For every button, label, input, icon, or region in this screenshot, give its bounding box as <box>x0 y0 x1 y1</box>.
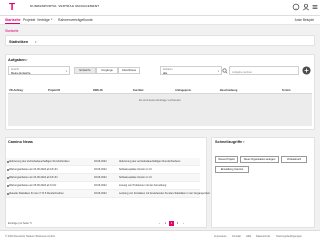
news-row-title: Wartungsarbeiten am 04.06.2024 ab 18 Uhr <box>9 176 58 180</box>
view-select[interactable]: Ansicht Meine Entwürfe ▾ <box>8 66 70 75</box>
news-row-summary: Softwareupdate Version 2.1.0 <box>119 168 152 172</box>
camino-settings-button[interactable]: Einstellung Camino <box>215 166 249 173</box>
news-row-date: 03.06.2024 <box>94 184 107 188</box>
prev-page-icon[interactable]: ‹ <box>157 221 162 226</box>
nav-vertraege[interactable]: Verträge <box>37 18 50 22</box>
add-task-button[interactable] <box>302 66 311 75</box>
nav-kunde[interactable]: Kunde <box>83 18 93 22</box>
col-anfragepreis[interactable]: Anfragepreis <box>175 89 191 92</box>
news-row-summary: Aktivierung des vertriebsdauerhaftigen R… <box>119 160 181 164</box>
quick-access-panel <box>211 137 315 228</box>
news-row[interactable]: Wartungsarbeiten am 04.06.2024 ab 18 Uhr… <box>6 174 200 182</box>
nav-startseite[interactable]: Startseite <box>5 18 21 24</box>
footer-copyright: © 2024 Deutsche Telekom Business GmbH <box>5 234 55 238</box>
period-select[interactable]: Zeitraum alle ▾ <box>160 66 222 75</box>
vorlesebuch-button[interactable]: Vorlesebuch <box>281 156 307 163</box>
col-projekt-id[interactable]: Projekt ID <box>48 89 60 92</box>
next-page-icon[interactable]: › <box>181 221 186 226</box>
col-dwh-id[interactable]: DWH-ID <box>93 89 103 92</box>
tab-entwuerfe[interactable]: Entwürfe <box>74 67 96 74</box>
news-row-summary: Lösung von Problemen mit der Anmeldung <box>119 184 167 188</box>
news-row-date: 03.06.2024 <box>94 176 107 180</box>
col-kurztitel[interactable]: Kurztitel <box>133 89 143 92</box>
news-row-date: 03.06.2024 <box>94 160 107 164</box>
new-project-button[interactable]: Neues Projekt <box>215 156 238 163</box>
news-row[interactable]: Aktuelle Statistiken für den 7/ 9/ 6 Run… <box>6 190 210 198</box>
news-row-date: 03.06.2024 <box>94 192 107 196</box>
tab-abschluesse[interactable]: Abschlüsse <box>118 67 140 74</box>
top-bar: T KUNDENPORTAL VERTRAG MANAGEMENT <box>0 0 320 16</box>
new-organisation-button[interactable]: Neue Organisation anlegen <box>240 156 279 163</box>
footer-link-nutzungsbedingungen[interactable]: Nutzungsbedingungen <box>276 235 302 238</box>
chevron-down-icon: ▾ <box>65 70 67 73</box>
tab-vorgaenge[interactable]: Vorgänge <box>96 67 118 74</box>
view-select-value: Meine Entwürfe <box>11 71 31 75</box>
user-icon[interactable] <box>302 3 310 11</box>
nav-rahmenvertraege[interactable]: Rahmenverträge <box>58 18 83 22</box>
task-search-input[interactable]: Aufgabe suchen <box>229 66 299 75</box>
page-2[interactable]: 2 <box>169 221 174 226</box>
app-title: KUNDENPORTAL VERTRAG MANAGEMENT <box>30 4 100 8</box>
news-row-title: Wartungsarbeiten am 05.06.2024 ab 9 Uhr <box>9 184 57 188</box>
page-3[interactable]: 3 <box>175 221 180 226</box>
news-row[interactable]: Wartungsarbeiten am 04.06.2024 ab 18 Uhr… <box>6 166 200 174</box>
col-termin[interactable]: Termin <box>282 89 290 92</box>
news-row[interactable]: Wartungsarbeiten am 05.06.2024 ab 9 Uhr … <box>6 182 200 190</box>
chevron-down-icon[interactable]: ▾ <box>30 140 32 144</box>
news-row-title: Aktivierung des Vertriebsdauerhaftigen R… <box>9 160 70 164</box>
help-icon[interactable] <box>292 3 300 11</box>
empty-state-text: Es sind keine Einträge vorhanden <box>139 98 181 102</box>
quick-access-title: Schnellzugriffe <box>215 140 243 144</box>
search-icon[interactable] <box>222 68 228 74</box>
chevron-down-icon: ▾ <box>51 17 53 21</box>
tasks-title: Aufgaben <box>8 58 26 62</box>
news-row-summary: Leistung von Kontakten mit bestehenden K… <box>119 192 210 196</box>
nav-projekte[interactable]: Projekte <box>23 18 35 22</box>
news-row-date: 03.06.2024 <box>94 168 107 172</box>
chevron-down-icon[interactable]: ▾ <box>35 40 37 44</box>
news-row-summary: Softwareupdate Version 2.1.0 <box>119 176 152 180</box>
footer-link-datenschutz[interactable]: Datenschutz <box>256 235 270 238</box>
news-row-title: Wartungsarbeiten am 04.06.2024 ab 18 Uhr <box>9 168 58 172</box>
news-row-title: Aktuelle Statistiken für den 7/ 9/ 6 Run… <box>9 192 64 196</box>
telekom-logo[interactable]: T <box>4 2 20 14</box>
period-select-value: alle <box>163 71 168 75</box>
footer: © 2024 Deutsche Telekom Business GmbH Im… <box>0 230 320 240</box>
chevron-down-icon: ▾ <box>217 70 219 73</box>
breadcrumb[interactable]: Startseite <box>5 29 18 33</box>
main-nav: Startseite Projekte Verträge ▾ Rahmenver… <box>0 16 320 25</box>
news-row[interactable]: Aktivierung des Vertriebsdauerhaftigen R… <box>6 158 200 166</box>
statistics-title: Statistiken <box>9 39 29 44</box>
tasks-table-body: Es sind keine Einträge vorhanden <box>8 94 312 126</box>
user-name[interactable]: Anke Beispiel <box>295 18 314 22</box>
col-beschreibung[interactable]: Beschreibung <box>220 89 237 92</box>
per-page-label[interactable]: Einträge pro Seite: 5 <box>8 222 32 225</box>
footer-link-kontakt[interactable]: Kontakt <box>232 235 241 238</box>
menu-icon[interactable] <box>311 3 319 11</box>
chevron-down-icon[interactable]: ▾ <box>243 140 245 144</box>
page-1[interactable]: 1 <box>163 221 168 226</box>
task-search-placeholder: Aufgabe suchen <box>232 69 253 74</box>
footer-link-impressum[interactable]: Impressum <box>214 235 227 238</box>
col-vr-auftrag[interactable]: VR-Auftrag <box>9 89 23 92</box>
chevron-down-icon[interactable]: ▾ <box>26 58 28 62</box>
statistics-panel[interactable]: Statistiken ▾ <box>5 35 315 46</box>
footer-link-hilfe[interactable]: Hilfe <box>246 235 251 238</box>
